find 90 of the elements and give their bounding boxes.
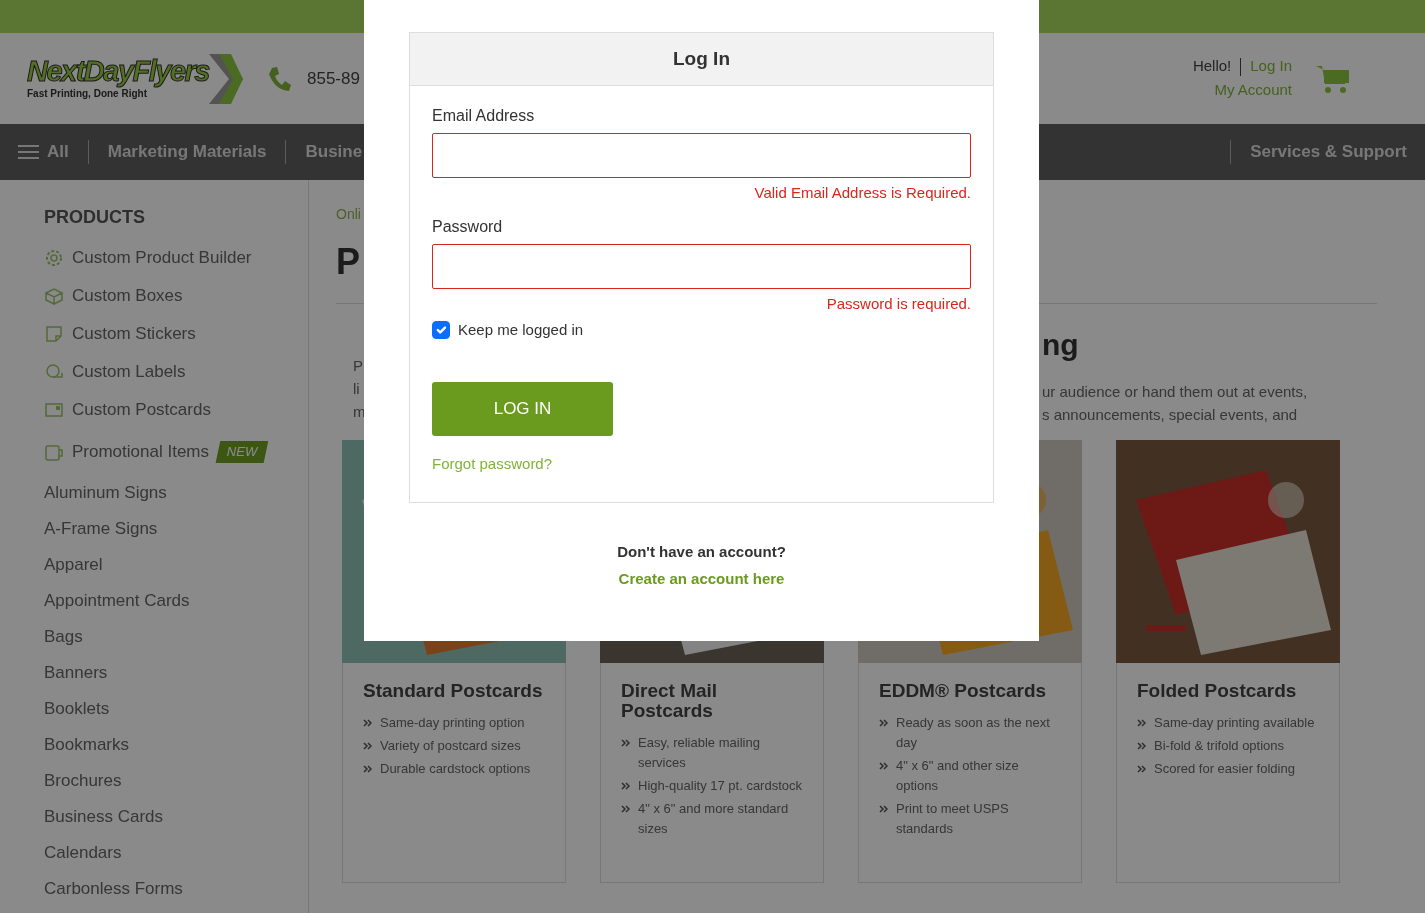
feature-text: High-quality 17 pt. cardstock [638,777,803,795]
signup-link[interactable]: Create an account here [618,570,785,587]
nav-link[interactable]: Services & Support [1250,139,1407,165]
postcard-icon [44,400,64,420]
nav-link[interactable]: All [18,139,69,165]
card-title: Folded Postcards [1137,681,1298,701]
sidebar-item[interactable]: Custom Postcards [44,397,211,423]
sidebar-item[interactable]: Custom Stickers [44,321,196,347]
double-chevron-icon [1137,742,1146,750]
sidebar-item[interactable]: Booklets [44,696,110,722]
account-link[interactable]: My Account [1214,80,1292,98]
phone-number[interactable]: 855-89 [307,65,360,92]
feature-text: Print to meet USPS standards [896,800,1010,838]
field-label: Password [432,216,504,237]
section-title: PRODUCTS [44,206,146,229]
sidebar-item[interactable]: Custom Boxes [44,283,183,309]
sidebar-item[interactable]: Business Cards [44,804,164,830]
sticker-icon [44,324,64,344]
double-chevron-icon [363,742,372,750]
sidebar-item[interactable]: Aluminum Signs [44,480,167,506]
product-card[interactable]: Direct Mail Postcards Easy, reliable mailing services High-quality 17 pt. cardstock 4" x 6" and more standard sizes [600,663,824,883]
feature-text: Ready as soon as the next day [896,714,1051,752]
sidebar-item[interactable]: Appointment Cards [44,588,190,614]
login-button[interactable]: LOG IN [432,381,613,436]
feature-text: Durable cardstock options [380,760,531,778]
feature-text: Easy, reliable mailing services [638,734,761,772]
double-chevron-icon [363,765,372,773]
paragraph-text: m [353,403,366,420]
nav-link[interactable]: Busine [305,139,363,165]
input-field[interactable] [432,243,971,289]
chevron-icon [209,53,243,104]
double-chevron-icon [879,805,888,813]
section-heading: ng [1042,328,1079,361]
card-title: Direct Mail Postcards [621,681,719,721]
forgot-password-link[interactable]: Forgot password? [432,454,553,472]
greeting-text: Hello! [1192,56,1232,77]
feature-text: Scored for easier folding [1154,760,1295,778]
sidebar-item[interactable]: Bookmarks [44,732,130,758]
new-badge: NEW [215,441,269,463]
checkbox-label: Keep me logged in [458,320,584,340]
sidebar-item[interactable]: Brochures [44,768,122,794]
sidebar-item[interactable]: Carbonless Forms [44,876,183,902]
double-chevron-icon [621,805,630,813]
error-message: Valid Email Address is Required. [753,183,971,203]
sidebar-item[interactable]: Promotional Items [44,439,209,465]
feature-text: 4" x 6" and other size options [896,757,1020,795]
mug-icon [44,442,64,462]
gear-icon [44,248,64,268]
feature-text: Same-day printing option [380,714,525,732]
sidebar-item[interactable]: Apparel [44,552,103,578]
card-title: EDDM® Postcards [879,681,1048,701]
sidebar-item[interactable]: A-Frame Signs [44,516,158,542]
feature-text: Bi-fold & trifold options [1154,737,1285,755]
feature-text: 4" x 6" and more standard sizes [638,800,790,838]
double-chevron-icon [1137,719,1146,727]
sidebar-item[interactable]: Custom Labels [44,359,186,385]
paragraph-text: ur audience or hand them out at events, [1042,383,1308,400]
breadcrumb-link[interactable]: Onli [336,204,364,225]
double-chevron-icon [621,782,630,790]
box-icon [44,286,64,306]
feature-text: Variety of postcard sizes [380,737,521,755]
double-chevron-icon [879,762,888,770]
sidebar-item[interactable]: Custom Product Builder [44,245,252,271]
sidebar-item[interactable]: Calendars [44,840,122,866]
product-card[interactable]: Folded Postcards Same-day printing available Bi-fold & trifold options Scored for easier folding [1116,663,1340,883]
product-card[interactable]: Standard Postcards Same-day printing option Variety of postcard sizes Durable cardstock options [342,663,566,883]
product-card[interactable]: EDDM® Postcards Ready as soon as the next day 4" x 6" and other size options Print to meet USPS standards [858,663,1082,883]
nav-link[interactable]: Marketing Materials [107,139,267,165]
card-title: Standard Postcards [363,681,544,701]
double-chevron-icon [1137,765,1146,773]
error-message: Password is required. [825,293,971,314]
page-title: P [336,240,361,284]
phone-icon [267,65,291,92]
sidebar-item[interactable]: Banners [44,660,108,686]
keep-logged-in-checkbox[interactable] [432,321,450,340]
paragraph-text: li [353,380,360,397]
double-chevron-icon [363,719,372,727]
field-label: Email Address [432,106,536,126]
double-chevron-icon [621,739,630,747]
paragraph-text: P [353,357,363,374]
logo[interactable]: NextDayFlyers Fast Printing, Done Right [27,53,243,104]
login-link[interactable]: Log In [1250,55,1292,78]
input-field[interactable] [432,133,971,178]
double-chevron-icon [879,719,888,727]
dialog-title: Log In [410,33,993,86]
menu-icon [18,145,39,159]
signup-prompt: Don't have an account? [616,541,787,562]
feature-text: Same-day printing available [1154,714,1315,732]
sidebar-item[interactable]: Bags [44,624,83,650]
paragraph-text: s announcements, special events, and [1042,406,1298,423]
